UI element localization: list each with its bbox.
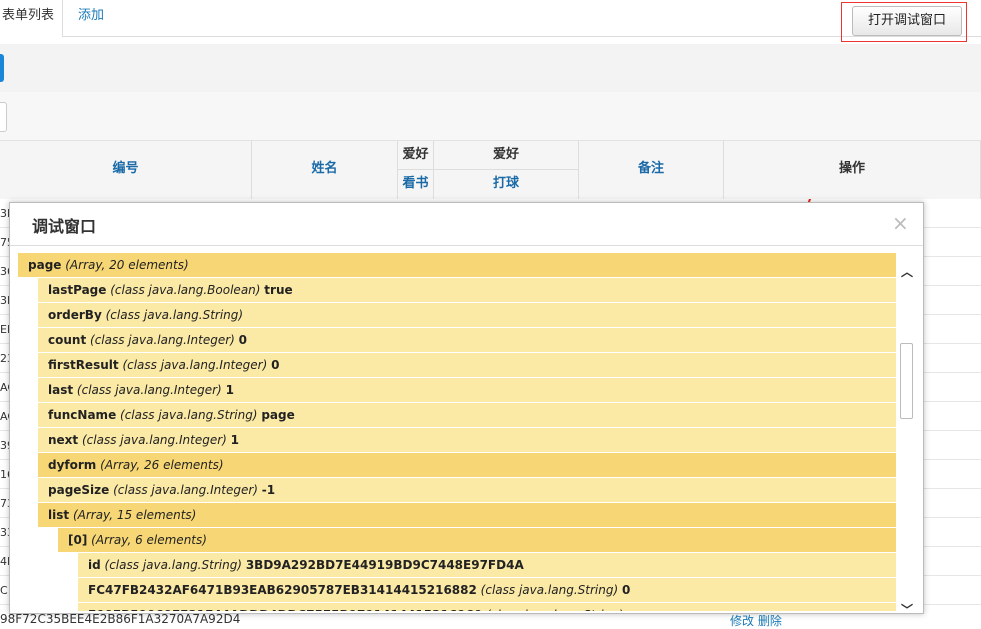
node-key: id [88, 558, 101, 572]
tree-node: pageSize (class java.lang.Integer) -1 [38, 478, 896, 502]
delete-link[interactable]: 删除 [758, 614, 782, 628]
column-header-id[interactable]: 编号 [0, 141, 252, 199]
table-header: 编号 姓名 爱好 爱好 看书 打球 备注 操作 [0, 141, 981, 199]
node-key: next [48, 433, 79, 447]
node-type: (class java.lang.String) [120, 408, 258, 422]
node-key: dyform [48, 458, 97, 472]
node-value: -1 [261, 483, 276, 497]
scroll-down-icon[interactable]: ﹀ [901, 601, 913, 613]
debug-tree: page (Array, 20 elements) lastPage (clas… [18, 253, 896, 611]
node-key: page [28, 258, 62, 272]
node-value: page [261, 408, 295, 422]
node-type: (class java.lang.Integer) [76, 383, 222, 397]
node-type: (class java.lang.String) [480, 583, 619, 597]
node-key: pageSize [48, 483, 110, 497]
column-header-ball[interactable]: 打球 [434, 170, 579, 199]
primary-action-button[interactable] [0, 54, 4, 82]
tab-add[interactable]: 添加 [78, 0, 104, 36]
tree-node: count (class java.lang.Integer) 0 [38, 328, 896, 352]
node-type: (class java.lang.Boolean) [110, 283, 261, 297]
node-value: 0 [271, 358, 280, 372]
row-actions: 修改 删除 [730, 612, 782, 629]
tree-node[interactable]: page (Array, 20 elements) [18, 253, 896, 277]
tab-form-list[interactable]: 表单列表 [0, 0, 63, 37]
node-type: (class java.lang.String) [105, 308, 244, 322]
tab-bar: 表单列表 添加 [0, 0, 981, 37]
node-value: 0 [621, 583, 631, 597]
row-id: 98F72C35BEE4E2B86F1A3270A7A92D4 [0, 612, 241, 626]
node-type: (class java.lang.Integer) [82, 433, 227, 447]
tree-node[interactable]: [0] (Array, 6 elements) [58, 528, 896, 552]
node-type: (Array, 6 elements) [91, 533, 207, 547]
node-type: (Array, 26 elements) [100, 458, 224, 472]
tree-node: orderBy (class java.lang.String) [38, 303, 896, 327]
node-key: FC47FB2432AF6471B93EAB62905787EB31414415… [88, 583, 477, 597]
node-type: (Array, 20 elements) [65, 258, 189, 272]
dialog-scrollbar[interactable]: ︿ ﹀ [898, 261, 915, 613]
highlight-box [841, 2, 967, 42]
node-key: orderBy [48, 308, 102, 322]
tree-node: firstResult (class java.lang.Integer) 0 [38, 353, 896, 377]
column-header-remark[interactable]: 备注 [579, 141, 724, 199]
tree-node: funcName (class java.lang.String) page [38, 403, 896, 427]
node-key: E00EB59060EF31E44ADDD4DDC75E5B9791414415… [88, 608, 482, 611]
node-type: (Array, 15 elements) [72, 508, 197, 522]
secondary-action-button[interactable] [0, 102, 7, 132]
node-value: 0 [238, 333, 248, 347]
tree-node: E00EB59060EF31E44ADDD4DDC75E5B9791414415… [78, 603, 896, 611]
edit-link[interactable]: 修改 [730, 614, 754, 628]
column-header-reading[interactable]: 看书 [398, 170, 434, 199]
node-value: 1 [230, 433, 240, 447]
dialog-title: 调试窗口 [32, 217, 97, 236]
node-type: (class java.lang.String) [486, 608, 623, 611]
tree-node: next (class java.lang.Integer) 1 [38, 428, 896, 452]
node-key: list [48, 508, 70, 522]
toolbar-primary [0, 44, 981, 92]
node-key: firstResult [48, 358, 119, 372]
tree-node: FC47FB2432AF6471B93EAB62905787EB31414415… [78, 578, 896, 602]
node-type: (class java.lang.Integer) [122, 358, 268, 372]
node-key: last [48, 383, 74, 397]
column-header-hobby-group: 爱好 [398, 141, 434, 170]
node-value: 3BD9A292BD7E44919BD9C7448E97FD4A [245, 558, 524, 572]
column-header-hobby: 爱好 [434, 141, 579, 170]
node-type: (class java.lang.Integer) [90, 333, 235, 347]
debug-dialog: 调试窗口 × page (Array, 20 elements) lastPag… [9, 202, 924, 614]
tree-node: lastPage (class java.lang.Boolean) true [38, 278, 896, 302]
scroll-up-icon[interactable]: ︿ [901, 263, 913, 280]
dialog-divider [10, 245, 923, 246]
node-type: (class java.lang.Integer) [113, 483, 258, 497]
row-id-fragment: C [0, 584, 8, 597]
node-type: (class java.lang.String) [104, 558, 242, 572]
scroll-thumb[interactable] [900, 343, 913, 419]
node-key: funcName [48, 408, 117, 422]
close-icon[interactable]: × [892, 211, 909, 235]
node-value: true [264, 283, 293, 297]
column-header-name[interactable]: 姓名 [252, 141, 398, 199]
tree-node: id (class java.lang.String) 3BD9A292BD7E… [78, 553, 896, 577]
column-header-ops: 操作 [724, 141, 981, 199]
node-value: 1 [225, 383, 234, 397]
node-key: [0] [68, 533, 88, 547]
tree-node[interactable]: list (Array, 15 elements) [38, 503, 896, 527]
tree-node[interactable]: dyform (Array, 26 elements) [38, 453, 896, 477]
toolbar-secondary [0, 92, 981, 141]
node-key: count [48, 333, 87, 347]
tree-node: last (class java.lang.Integer) 1 [38, 378, 896, 402]
node-key: lastPage [48, 283, 107, 297]
